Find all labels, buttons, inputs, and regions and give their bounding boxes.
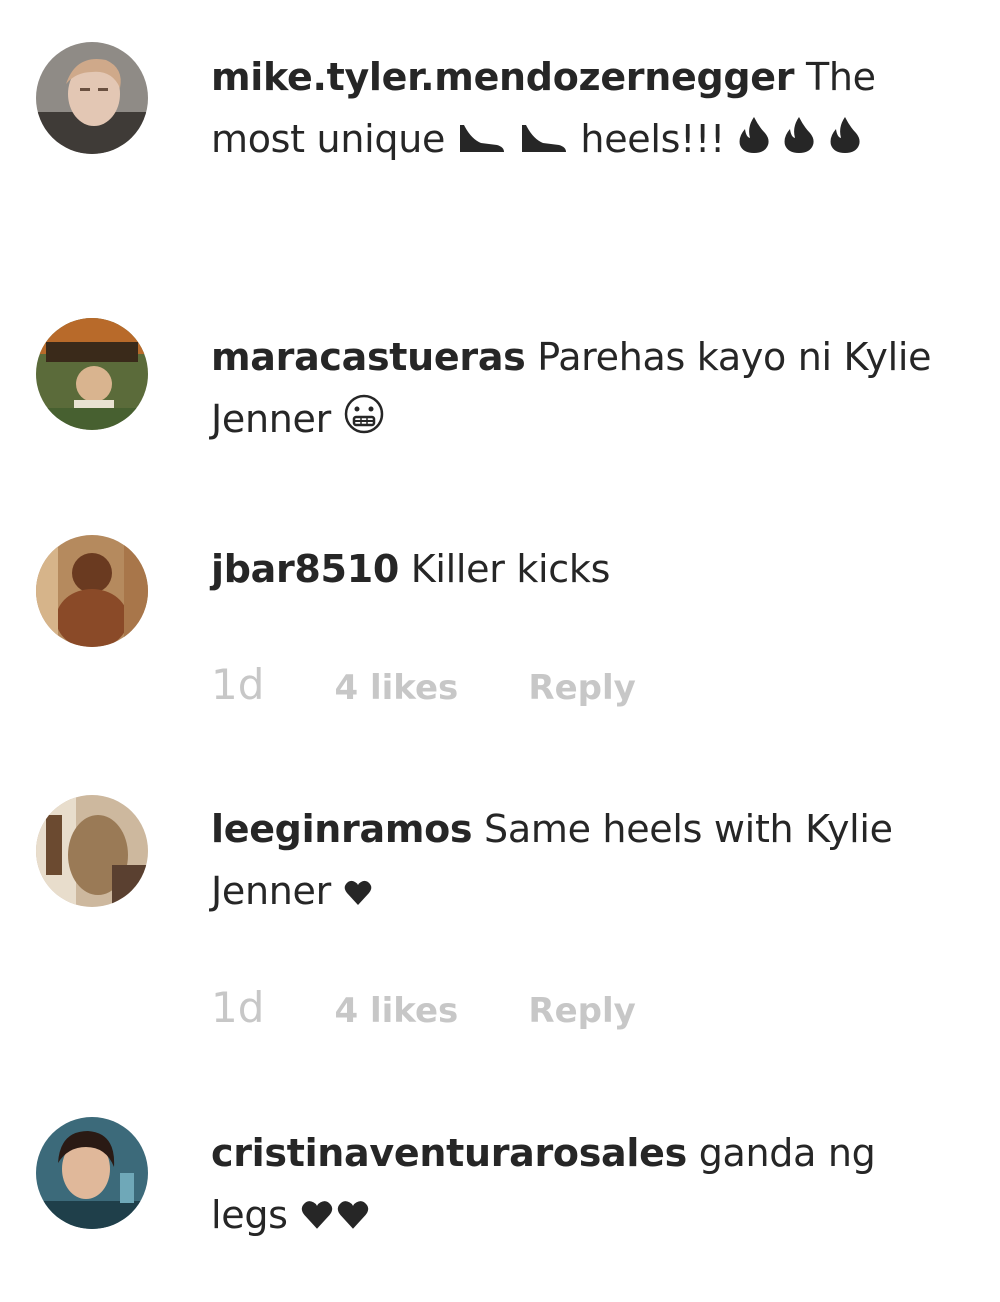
fire-icon: [737, 111, 771, 173]
avatar[interactable]: [36, 42, 148, 154]
likes-count[interactable]: 4 likes: [334, 668, 458, 708]
fire-icon: [782, 111, 816, 173]
comment-meta: 1d 4 likes Reply: [211, 983, 636, 1032]
comment-meta: 1d 4 likes Reply: [211, 660, 636, 709]
fire-icon: [828, 111, 862, 173]
username-link[interactable]: maracastueras: [211, 335, 526, 379]
avatar[interactable]: [36, 795, 148, 907]
avatar[interactable]: [36, 535, 148, 647]
comment-body: heels!!!: [580, 117, 725, 161]
heart-icon: [343, 863, 373, 925]
comment-text: cristinaventurarosales ganda ng legs: [211, 1122, 951, 1249]
comment-text: mike.tyler.mendozernegger The most uniqu…: [211, 46, 951, 173]
username-link[interactable]: mike.tyler.mendozernegger: [211, 55, 794, 99]
grimace-emoji-icon: [343, 391, 385, 453]
username-link[interactable]: jbar8510: [211, 547, 399, 591]
timestamp[interactable]: 1d: [211, 660, 264, 709]
comment-text: maracastueras Parehas kayo ni Kylie Jenn…: [211, 326, 951, 453]
avatar[interactable]: [36, 318, 148, 430]
comment-text: jbar8510 Killer kicks: [211, 538, 951, 600]
timestamp[interactable]: 1d: [211, 983, 264, 1032]
comment-body: Killer kicks: [410, 547, 611, 591]
comment-text: leeginramos Same heels with Kylie Jenner: [211, 798, 951, 925]
heart-icon: [335, 1187, 371, 1249]
high-heel-icon: [519, 111, 569, 173]
avatar[interactable]: [36, 1117, 148, 1229]
high-heel-icon: [457, 111, 507, 173]
reply-button[interactable]: Reply: [528, 668, 635, 708]
likes-count[interactable]: 4 likes: [334, 991, 458, 1031]
heart-icon: [299, 1187, 335, 1249]
reply-button[interactable]: Reply: [528, 991, 635, 1031]
username-link[interactable]: cristinaventurarosales: [211, 1131, 687, 1175]
username-link[interactable]: leeginramos: [211, 807, 473, 851]
